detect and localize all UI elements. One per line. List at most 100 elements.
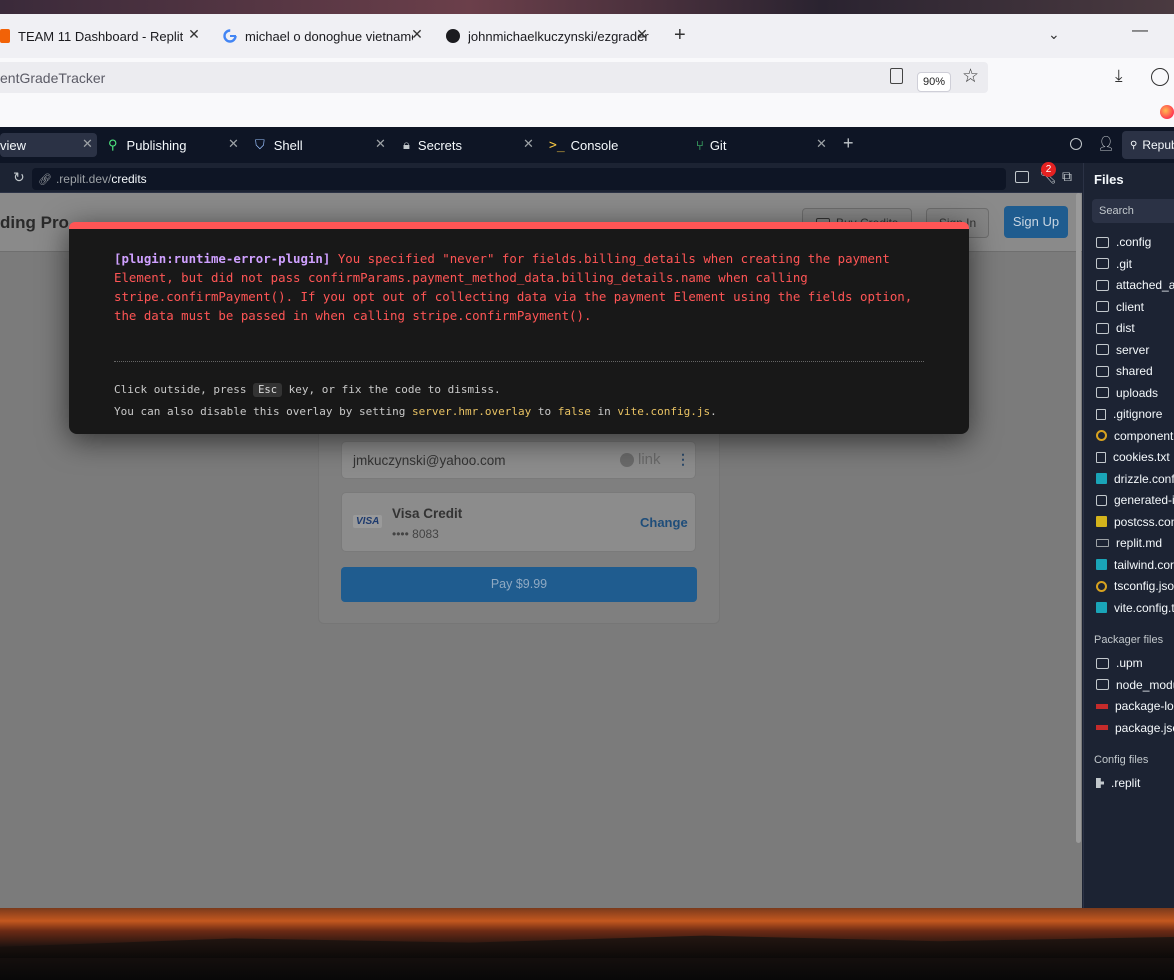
tip-text: Click outside, press [114,383,247,396]
file-name: dist [1116,321,1135,335]
github-icon [446,29,460,43]
search-icon[interactable] [1070,138,1082,150]
file-tree-item[interactable]: .gitignore [1096,405,1162,423]
file-tree-item[interactable]: tailwind.cor [1096,556,1174,574]
file-tree-item[interactable]: dist [1096,319,1135,337]
npm-icon [1096,703,1108,709]
console-icon: >_ [549,137,565,153]
file-tree-item[interactable]: package-loc [1096,697,1174,715]
file-tree-item[interactable]: .git [1096,255,1132,273]
file-tree-item[interactable]: server [1096,341,1149,359]
republish-button[interactable]: ⚲ Repub [1122,131,1174,159]
wallpaper-silhouette [0,935,1174,958]
file-tree-item[interactable]: attached_a [1096,276,1174,294]
webview-address-bar[interactable]: 🔗︎ .replit.dev/ credits [32,168,1006,190]
file-icon [1096,451,1106,463]
file-name: tailwind.cor [1114,557,1174,572]
file-tree-item[interactable]: package.jsc [1096,719,1174,737]
folder-icon [1096,657,1109,669]
tab-label: Secrets [417,137,462,153]
tip-text: in [597,405,611,418]
tab-git[interactable]: ⑂ Git ✕ [696,133,827,157]
zoom-level-badge[interactable]: 90% [917,72,951,92]
tab-console[interactable]: >_ Console [549,133,683,157]
email-field[interactable]: jmkuczynski@yahoo.com link ⋮ [341,441,696,479]
publish-icon: ⚲ [1130,139,1138,151]
vite-error-overlay[interactable]: [plugin:runtime-error-plugin] You specif… [69,222,969,434]
tip-text: key, or fix the code to dismiss. [288,383,501,396]
change-card-link[interactable]: Change [640,515,688,530]
address-bar[interactable]: entGradeTracker 90% ☆ [0,62,988,93]
desktop-wallpaper-bottom [0,908,1174,980]
file-tree-item[interactable]: client [1096,298,1144,316]
dismiss-tip: Click outside, press Esc key, or fix the… [114,383,501,397]
close-tab-icon[interactable]: ✕ [186,26,202,43]
browser-tab-google[interactable]: michael o donoghue vietnames ✕ [223,22,425,50]
file-tree-item[interactable]: cookies.txt [1096,448,1170,466]
minimize-window-icon[interactable]: — [1132,22,1148,40]
file-name: component [1114,428,1174,443]
file-tree-item[interactable]: uploads [1096,384,1158,402]
file-tree-item[interactable]: .config [1096,233,1151,251]
list-tabs-icon[interactable]: ⌄ [1048,26,1060,43]
reader-view-icon[interactable] [890,68,903,84]
json-icon [1096,580,1107,592]
file-tree-item[interactable]: .replit [1096,774,1140,792]
new-tab-icon[interactable]: + [674,24,686,47]
file-tree-item[interactable]: postcss.con [1096,513,1174,531]
npm-icon [1096,725,1108,730]
file-tree-item[interactable]: vite.config.t [1096,599,1174,617]
overlay-divider [114,361,924,362]
typescript-icon [1096,602,1107,613]
close-tab-icon[interactable]: ✕ [523,136,534,152]
tab-publishing[interactable]: ⚲ Publishing ✕ [108,133,242,157]
close-tab-icon[interactable]: ✕ [634,26,650,43]
tab-webview[interactable]: view ✕ [0,133,97,157]
reload-icon[interactable]: ↻ [13,169,25,186]
file-name: node_modu [1116,677,1174,692]
files-search-input[interactable]: Search [1092,199,1174,223]
file-tree-item[interactable]: tsconfig.jso [1096,577,1174,595]
card-number: •••• 8083 [392,527,439,541]
disable-tip: You can also disable this overlay by set… [114,405,717,418]
file-tree-item[interactable]: .upm [1096,654,1143,672]
republish-label: Repub [1142,138,1174,152]
file-name: .upm [1116,656,1143,670]
firefox-icon[interactable] [1160,105,1174,119]
close-tab-icon[interactable]: ✕ [228,136,239,152]
file-tree-item[interactable]: node_modu [1096,676,1174,694]
pay-button[interactable]: Pay $9.99 [341,567,697,602]
publishing-icon: ⚲ [108,137,118,152]
file-tree-item[interactable]: replit.md [1096,534,1162,552]
sign-up-button[interactable]: Sign Up [1004,206,1068,238]
add-tab-icon[interactable]: + [843,133,854,154]
file-icon [1096,408,1106,420]
file-tree-item[interactable]: drizzle.conf [1096,470,1174,488]
file-name: .git [1116,256,1133,271]
downloads-icon[interactable]: ⤓ [1115,66,1123,86]
browser-tab-replit[interactable]: TEAM 11 Dashboard - Replit ✕ [0,22,202,50]
close-tab-icon[interactable]: ✕ [816,136,827,152]
more-options-icon[interactable]: ⋮ [676,451,690,468]
close-tab-icon[interactable]: ✕ [82,136,93,152]
devtools-icon[interactable] [1015,171,1029,183]
card-name: Visa Credit [392,506,463,521]
file-tree-item[interactable]: generated-i [1096,491,1174,509]
address-bar-text: entGradeTracker [0,70,106,86]
file-tree-item[interactable]: shared [1096,362,1153,380]
invite-user-icon[interactable]: 👤︎ [1097,135,1115,152]
file-name: attached_a [1116,278,1174,292]
file-tree-item[interactable]: component [1096,427,1173,445]
typescript-icon [1096,473,1107,484]
tab-secrets[interactable]: 🔒︎ Secrets ✕ [403,133,537,157]
folder-icon [1096,236,1109,248]
bookmark-star-icon[interactable]: ☆ [962,65,979,88]
tab-shell[interactable]: ⛉ Shell ✕ [255,133,389,157]
close-tab-icon[interactable]: ✕ [409,26,425,43]
close-tab-icon[interactable]: ✕ [375,136,386,152]
webview-scrollbar[interactable] [1076,193,1081,843]
tab-title: TEAM 11 Dashboard - Replit [18,28,184,44]
account-icon[interactable] [1151,68,1169,86]
open-new-tab-icon[interactable]: ⧉ [1062,168,1072,185]
browser-tab-github[interactable]: johnmichaelkuczynski/ezgrader ✕ [446,22,650,50]
